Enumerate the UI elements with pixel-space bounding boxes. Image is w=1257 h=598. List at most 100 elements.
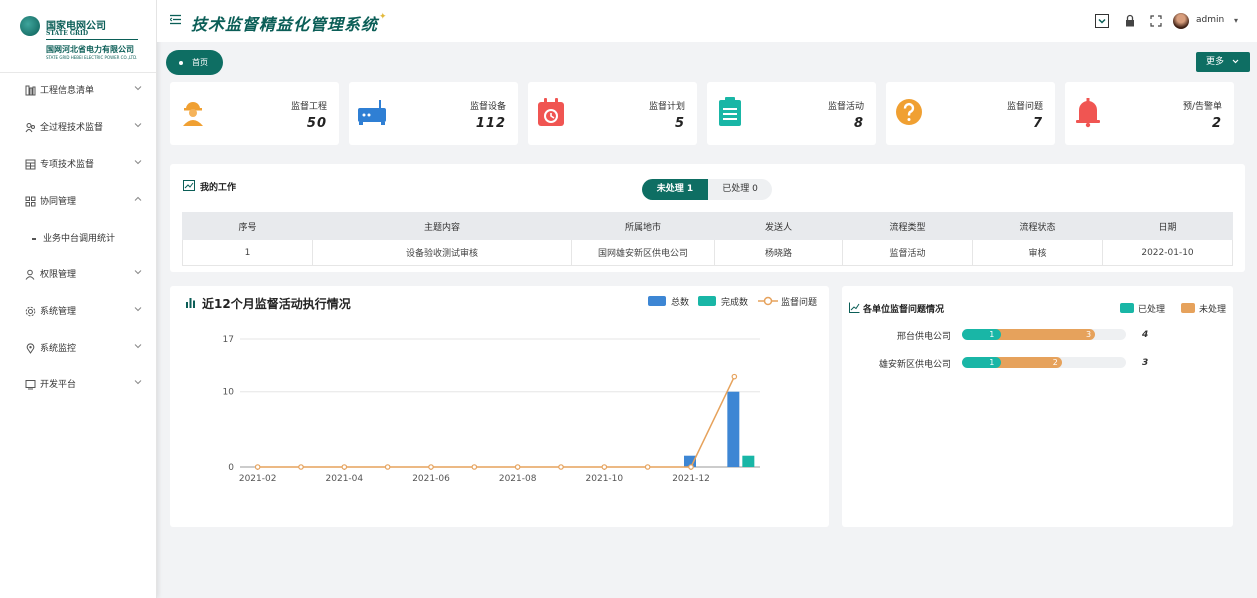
column-header: 日期	[1102, 212, 1233, 240]
legend-swatch-completed[interactable]	[698, 296, 716, 306]
legend-label-completed[interactable]: 完成数	[721, 295, 748, 308]
x-tick-label: 2021-06	[412, 474, 450, 484]
clipboard-icon	[719, 97, 741, 126]
sidebar-item-label: 系统管理	[40, 307, 77, 317]
column-header: 流程类型	[842, 212, 973, 240]
sidebar-item-label: 系统监控	[40, 344, 77, 354]
point-issues	[471, 464, 478, 470]
stat-value: 50	[306, 116, 327, 131]
bar-total	[727, 391, 740, 467]
stat-label: 监督设备	[469, 102, 506, 112]
stat-card-devices[interactable]: 监督设备 112	[349, 82, 518, 145]
pending-toggle[interactable]: 未处理 1	[642, 179, 708, 200]
caret-down-icon[interactable]: ▾	[1234, 16, 1238, 25]
column-header: 主题内容	[312, 212, 572, 240]
legend-swatch-total[interactable]	[648, 296, 666, 306]
point-issues	[341, 464, 348, 470]
stat-card-activities[interactable]: 监督活动 8	[707, 82, 876, 145]
legend-swatch-unprocessed[interactable]	[1181, 303, 1195, 313]
chevron-down-icon	[134, 307, 142, 312]
apps-icon	[25, 196, 36, 207]
unit-name: 邢台供电公司	[896, 332, 951, 342]
fullscreen-icon[interactable]	[1149, 14, 1163, 28]
sidebar-item-dev-platform[interactable]: 开发平台	[0, 374, 156, 396]
point-issues	[254, 464, 261, 470]
sidebar-item-project-list[interactable]: 工程信息清单	[0, 80, 156, 102]
unit-bar-processed-label: 1	[989, 358, 995, 367]
stat-card-alerts[interactable]: 预/告警单 2	[1065, 82, 1234, 145]
avatar[interactable]	[1173, 13, 1189, 29]
column-header: 发送人	[714, 212, 843, 240]
legend-label-total[interactable]: 总数	[671, 295, 689, 308]
legend-label-processed[interactable]: 已处理	[1138, 302, 1165, 315]
point-issues	[644, 464, 651, 470]
legend-label-issues[interactable]: 监督问题	[781, 295, 817, 308]
activity-chart: 0 10 17 2021-02 2021-04 2021-06 2021-08 2021-10…	[223, 335, 760, 484]
legend-swatch-processed[interactable]	[1120, 303, 1134, 313]
table-row[interactable]: 1 设备验收测试审核 国网雄安新区供电公司 杨晓路 监督活动 审核 2022-0…	[182, 239, 1233, 266]
unit-bar-unprocessed[interactable]	[995, 329, 1095, 340]
user-icon	[25, 269, 35, 280]
unit-bar-unprocessed-label: 3	[1086, 330, 1092, 339]
user-name[interactable]: admin	[1196, 15, 1224, 25]
column-header: 序号	[182, 212, 313, 240]
lock-icon[interactable]	[1123, 14, 1137, 28]
sidebar-item-system-admin[interactable]: 系统管理	[0, 301, 156, 323]
y-tick-label: 0	[228, 463, 234, 473]
sidebar-item-special-supervision[interactable]: 专项技术监督	[0, 154, 156, 176]
chevron-down-icon	[134, 160, 142, 165]
x-tick-label: 2021-12	[672, 474, 710, 484]
calendar-icon	[538, 98, 564, 126]
table-cell: 国网雄安新区供电公司	[571, 239, 715, 266]
work-chart-icon	[183, 180, 195, 191]
grid-icon	[25, 159, 36, 170]
chevron-down-icon	[134, 344, 142, 349]
stat-card-plans[interactable]: 监督计划 5	[528, 82, 697, 145]
menu-fold-icon[interactable]	[170, 14, 181, 25]
stat-value: 2	[1211, 116, 1222, 131]
point-issues	[384, 464, 391, 470]
unit-bar-unprocessed-label: 2	[1052, 358, 1058, 367]
stat-card-projects[interactable]: 监督工程 50	[170, 82, 339, 145]
activity-chart-title: 近12个月监督活动执行情况	[202, 297, 351, 311]
point-issues	[514, 464, 521, 470]
x-tick-label: 2021-02	[239, 474, 277, 484]
sidebar-item-permissions[interactable]: 权限管理	[0, 264, 156, 286]
sidebar-item-full-process[interactable]: 全过程技术监督	[0, 117, 156, 139]
done-toggle[interactable]: 已处理 0	[708, 179, 772, 200]
monitor-icon	[25, 380, 36, 390]
more-button[interactable]: 更多	[1196, 52, 1250, 72]
sidebar: 国家电网公司 STATE GRID 国网河北省电力有限公司 STATE GRID…	[0, 0, 157, 598]
line-issues	[257, 376, 736, 468]
sidebar-item-collaboration[interactable]: 协同管理	[0, 191, 156, 213]
point-issues	[731, 373, 738, 380]
tab-home[interactable]: 首页	[166, 50, 223, 75]
stat-value: 112	[475, 116, 506, 131]
legend-swatch-issues[interactable]	[758, 295, 778, 307]
stat-label: 预/告警单	[1182, 102, 1222, 112]
building-icon	[25, 85, 36, 96]
sidebar-item-platform-stats[interactable]: 业务中台调用统计	[0, 228, 156, 250]
table-cell: 杨晓路	[714, 239, 843, 266]
stat-value: 7	[1032, 116, 1043, 131]
unit-name: 雄安新区供电公司	[878, 360, 951, 370]
bar-completed	[742, 455, 755, 467]
table-cell: 审核	[972, 239, 1103, 266]
sidebar-item-system-monitor[interactable]: 系统监控	[0, 338, 156, 360]
dropdown-box-icon[interactable]	[1095, 14, 1109, 28]
unit-total: 3	[1142, 358, 1149, 368]
unit-issues-title: 各单位监督问题情况	[863, 305, 945, 315]
legend-label-unprocessed[interactable]: 未处理	[1199, 302, 1226, 315]
sidebar-item-label: 专项技术监督	[40, 160, 95, 170]
worker-icon	[183, 102, 203, 126]
column-header: 所属地市	[571, 212, 715, 240]
stat-card-issues[interactable]: 监督问题 7	[886, 82, 1055, 145]
unit-bar-processed[interactable]	[962, 329, 1002, 340]
x-tick-label: 2021-08	[499, 474, 537, 484]
more-button-label: 更多	[1206, 57, 1225, 67]
stat-label: 监督计划	[648, 102, 685, 112]
chevron-down-icon	[134, 380, 142, 385]
stat-value: 8	[853, 116, 864, 131]
unit-bar-processed[interactable]	[962, 357, 1002, 368]
unit-issues-panel	[842, 286, 1233, 527]
